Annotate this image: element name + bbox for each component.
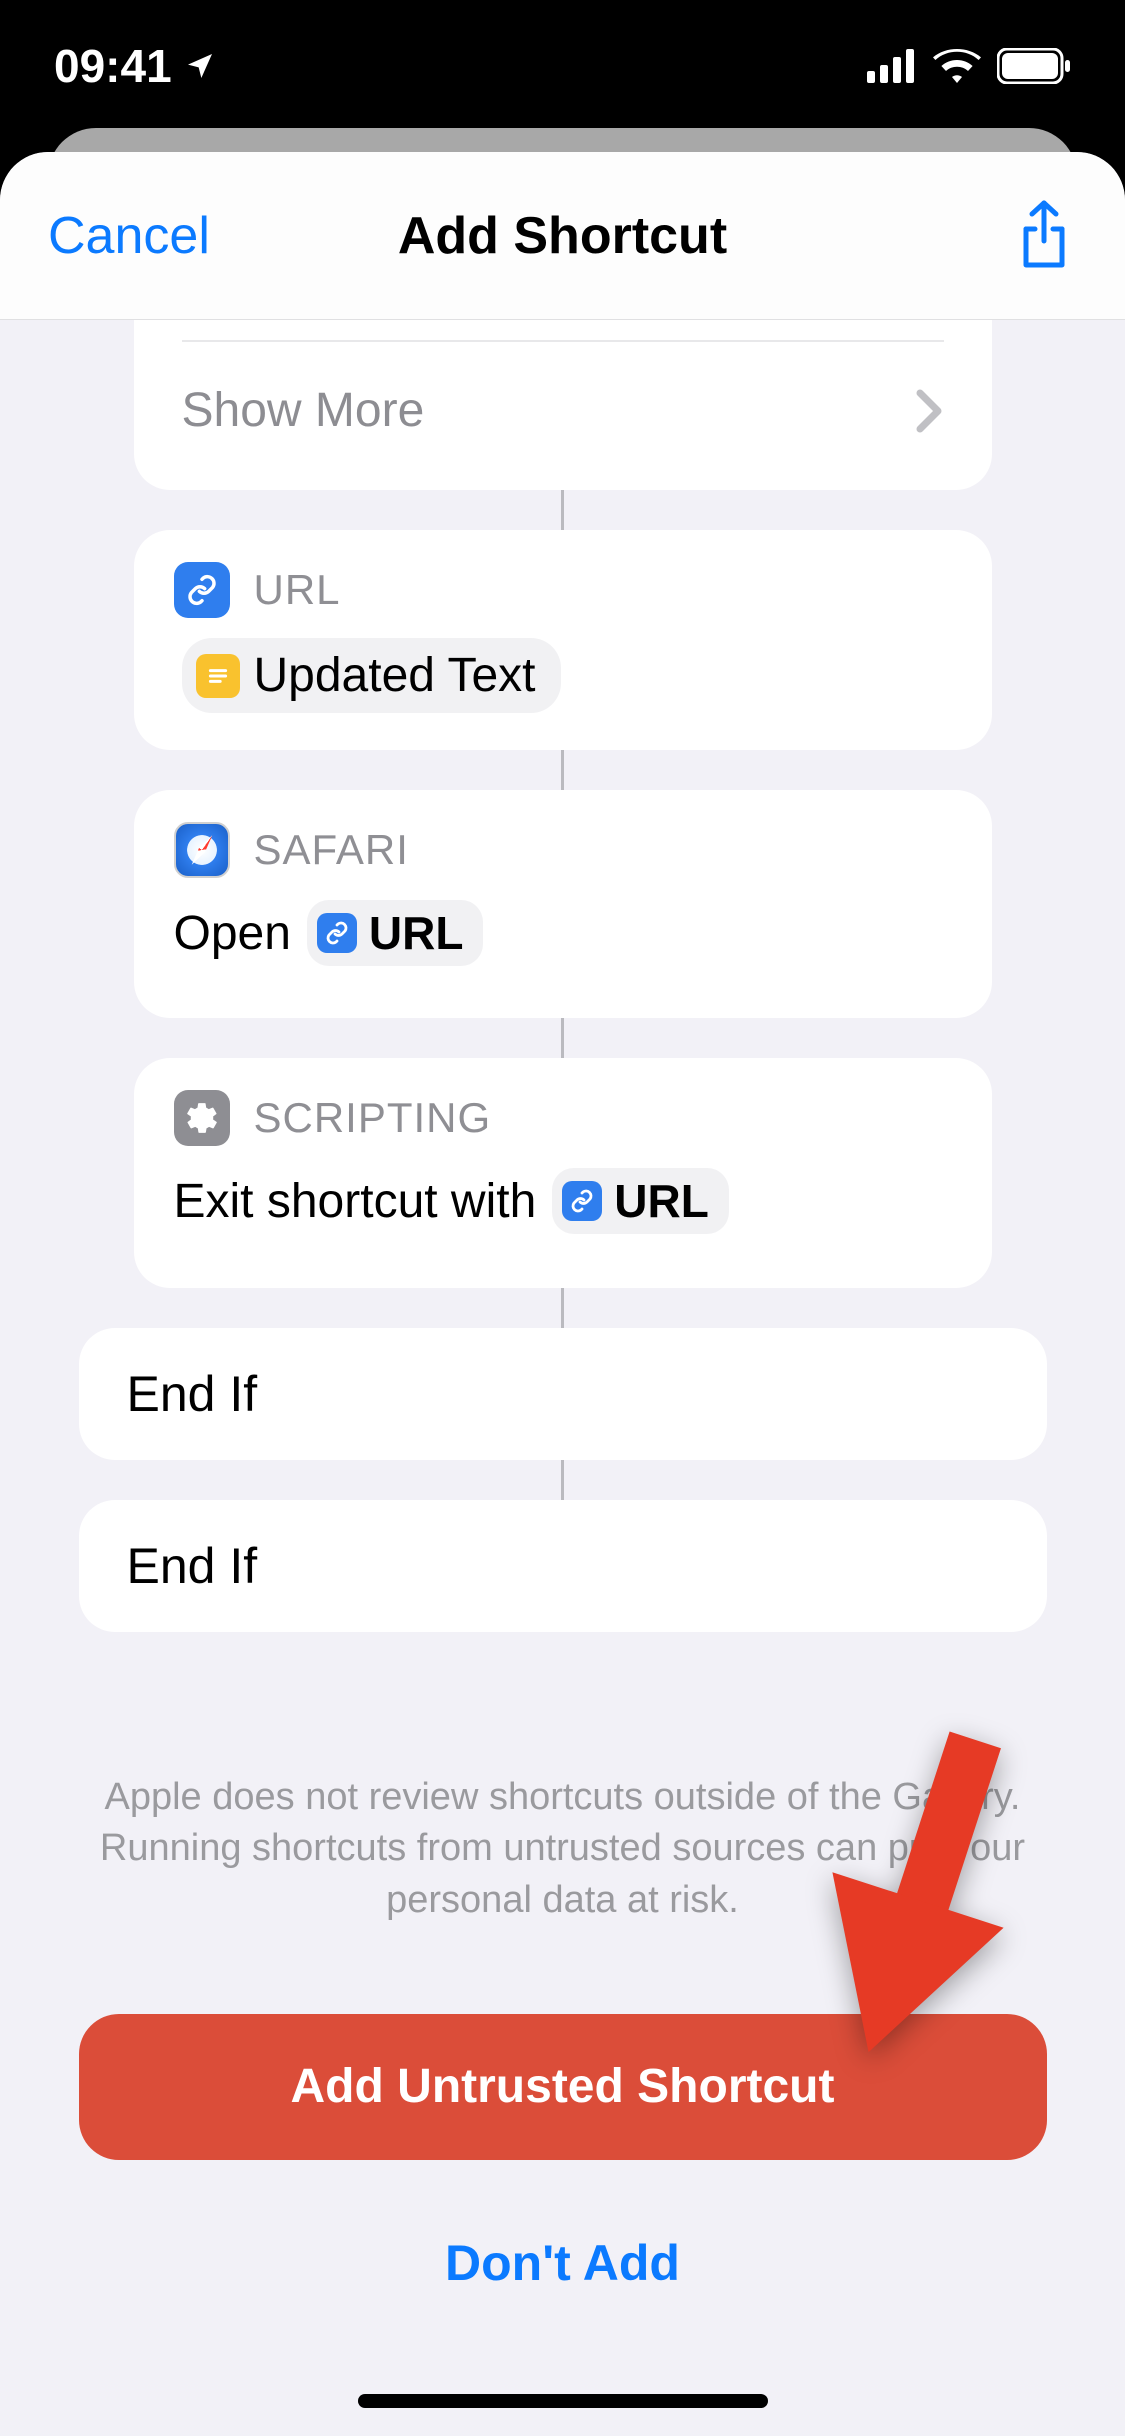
connector-line [561, 750, 564, 790]
safari-icon [174, 822, 230, 878]
safari-label: SAFARI [254, 826, 409, 874]
card-header-row: SAFARI [174, 822, 952, 878]
pill-text: URL [614, 1174, 709, 1228]
share-button[interactable] [1011, 197, 1077, 275]
variable-pill-url[interactable]: URL [552, 1168, 729, 1234]
status-icons [867, 48, 1071, 84]
url-label: URL [254, 566, 341, 614]
share-icon [1015, 199, 1073, 273]
connector-line [561, 1018, 564, 1058]
status-time-group: 09:41 [54, 39, 216, 93]
card-header-row: SCRIPTING [174, 1090, 952, 1146]
action-row: Exit shortcut with URL [174, 1168, 952, 1234]
action-text: Exit shortcut with [174, 1174, 537, 1229]
action-card-prev: Show More [134, 320, 992, 490]
link-icon [317, 913, 357, 953]
action-card-safari[interactable]: SAFARI Open URL [134, 790, 992, 1018]
link-icon [174, 562, 230, 618]
dont-add-button[interactable]: Don't Add [0, 2234, 1125, 2292]
link-icon [562, 1181, 602, 1221]
phone-frame: 09:41 Cancel Add Shortcut [0, 0, 1125, 2436]
card-header-row: URL [174, 562, 952, 618]
variable-pill-updated-text[interactable]: Updated Text [182, 638, 562, 713]
action-card-endif[interactable]: End If [79, 1328, 1047, 1460]
text-icon [196, 654, 240, 698]
show-more-label: Show More [182, 383, 425, 438]
show-more-row[interactable]: Show More [134, 320, 992, 490]
pill-text: URL [369, 906, 464, 960]
arrow-down-icon [808, 1730, 1028, 2070]
cancel-button[interactable]: Cancel [48, 206, 210, 266]
action-text: Open [174, 906, 291, 961]
variable-row: Updated Text [174, 638, 952, 713]
action-card-endif[interactable]: End If [79, 1500, 1047, 1632]
action-card-url[interactable]: URL Updated Text [134, 530, 992, 750]
battery-icon [997, 48, 1071, 84]
modal-sheet: Cancel Add Shortcut Show More [0, 152, 1125, 2436]
connector-line [561, 1460, 564, 1500]
gear-icon [174, 1090, 230, 1146]
home-indicator[interactable] [358, 2394, 768, 2408]
status-bar: 09:41 [0, 0, 1125, 132]
connector-line [561, 490, 564, 530]
pill-text: Updated Text [254, 648, 536, 703]
cellular-icon [867, 49, 917, 83]
action-row: Open URL [174, 900, 952, 966]
annotation-arrow [808, 1730, 1028, 2070]
chevron-right-icon [916, 389, 944, 438]
action-card-scripting[interactable]: SCRIPTING Exit shortcut with URL [134, 1058, 992, 1288]
connector-line [561, 1288, 564, 1328]
variable-pill-url[interactable]: URL [307, 900, 484, 966]
location-icon [184, 50, 216, 82]
wifi-icon [933, 49, 981, 83]
status-time: 09:41 [54, 39, 172, 93]
sheet-body[interactable]: Show More URL [0, 320, 1125, 2436]
sheet-header: Cancel Add Shortcut [0, 152, 1125, 320]
scripting-label: SCRIPTING [254, 1094, 492, 1142]
